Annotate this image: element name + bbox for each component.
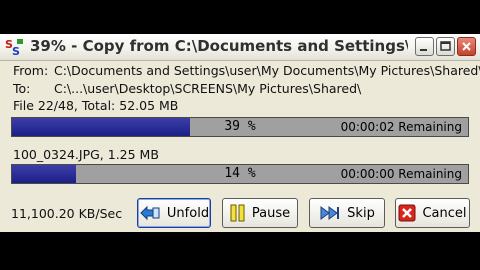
overall-remaining: 00:00:02 Remaining — [340, 120, 462, 134]
pause-icon — [230, 204, 245, 222]
close-button[interactable] — [457, 37, 476, 56]
minimize-icon — [420, 49, 427, 51]
copy-dialog: S S 39% - Copy from C:\Documents and Set… — [0, 34, 480, 232]
from-label: From: — [13, 63, 49, 78]
current-file: 100_0324.JPG, 1.25 MB — [13, 147, 159, 162]
cancel-label: Cancel — [422, 205, 467, 221]
minimize-button[interactable] — [415, 37, 434, 56]
title-bar[interactable]: S S 39% - Copy from C:\Documents and Set… — [0, 34, 480, 61]
cancel-icon — [398, 204, 416, 222]
from-row: From: C:\Documents and Settings\user\My … — [13, 63, 480, 78]
maximize-button[interactable] — [436, 37, 455, 56]
file-progress-bar: 14 % 00:00:00 Remaining — [11, 164, 469, 184]
overall-status: File 22/48, Total: 52.05 MB — [13, 98, 179, 113]
transfer-speed: 11,100.20 KB/Sec — [11, 206, 123, 221]
app-icon: S S — [5, 38, 23, 57]
overall-progress-bar: 39 % 00:00:02 Remaining — [11, 117, 469, 137]
unfold-label: Unfold — [166, 205, 210, 221]
pause-label: Pause — [251, 205, 291, 221]
cancel-button[interactable]: Cancel — [395, 198, 470, 228]
skip-label: Skip — [347, 205, 375, 221]
skip-button[interactable]: Skip — [309, 198, 385, 228]
file-remaining: 00:00:00 Remaining — [340, 167, 462, 181]
unfold-icon — [140, 205, 160, 221]
from-path: C:\Documents and Settings\user\My Docume… — [53, 63, 480, 78]
pause-button[interactable]: Pause — [222, 198, 298, 228]
maximize-icon — [440, 41, 451, 51]
close-icon — [462, 42, 471, 51]
window-title: 39% - Copy from C:\Documents and Setting… — [30, 37, 408, 55]
to-path: C:\...\user\Desktop\SCREENS\My Pictures\… — [53, 81, 362, 96]
svg-text:S: S — [12, 45, 20, 57]
unfold-button[interactable]: Unfold — [137, 198, 211, 228]
to-row: To: C:\...\user\Desktop\SCREENS\My Pictu… — [13, 81, 361, 96]
skip-icon — [320, 206, 340, 220]
to-label: To: — [13, 81, 31, 96]
